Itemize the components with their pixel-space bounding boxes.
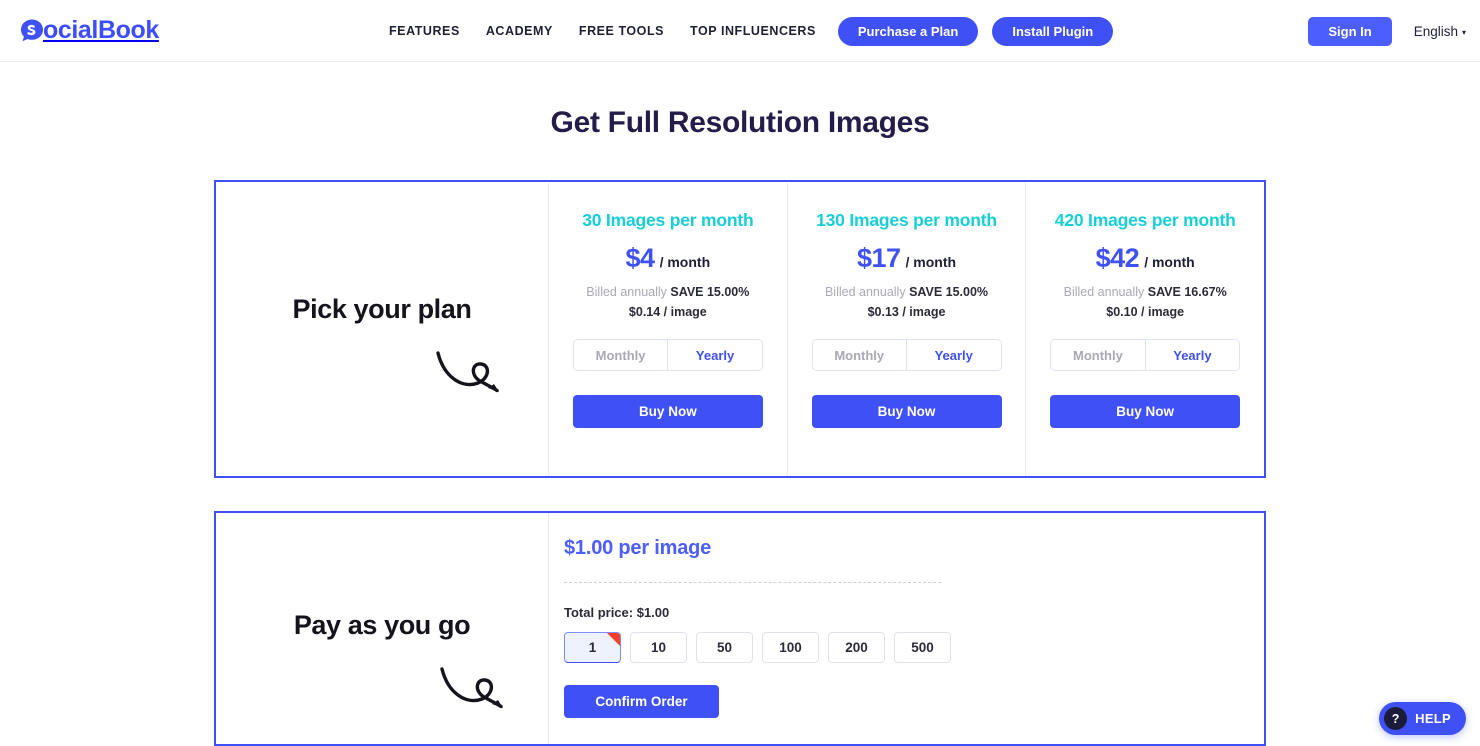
nav-item-top-influencers[interactable]: TOP INFLUENCERS (690, 24, 816, 38)
plan-unit-price: $0.14 / image (628, 305, 707, 319)
sign-in-button[interactable]: Sign In (1308, 16, 1392, 46)
buy-now-button[interactable]: Buy Now (811, 395, 1002, 428)
install-plugin-button[interactable]: Install Plugin (992, 16, 1114, 46)
site-header: ocialBook FEATURES ACADEMY FREE TOOLS TO… (0, 0, 1480, 62)
plan-title: 420 Images per month (1054, 210, 1236, 230)
help-label: HELP (1415, 711, 1451, 726)
quantity-option-100[interactable]: 100 (762, 632, 819, 663)
plan-price-period: / month (1144, 254, 1195, 270)
curly-arrow-icon (438, 663, 510, 720)
divider (564, 582, 941, 583)
plan-price: $17 (856, 243, 901, 273)
toggle-yearly[interactable]: Yearly (667, 340, 762, 370)
logo[interactable]: ocialBook (18, 17, 159, 45)
buy-now-button[interactable]: Buy Now (572, 395, 763, 428)
pay-as-you-go-body: $1.00 per image Total price: $1.00 1 10 … (549, 513, 1264, 744)
plan-billed-prefix: Billed annually (824, 285, 910, 299)
plan-title: 130 Images per month (816, 210, 997, 230)
curly-arrow-icon (434, 347, 506, 404)
question-mark-icon: ? (1384, 707, 1408, 730)
plan-column: 30 Images per month $4 / month Billed an… (549, 182, 788, 476)
quantity-selector: 1 10 50 100 200 500 (564, 632, 1236, 663)
plan-column: 420 Images per month $42 / month Billed … (1026, 182, 1264, 476)
plan-price-period: / month (905, 254, 957, 270)
plan-price-period: / month (659, 254, 711, 270)
plan-column: 130 Images per month $17 / month Billed … (788, 182, 1027, 476)
plan-price: $42 (1095, 243, 1140, 273)
quantity-option-200[interactable]: 200 (828, 632, 885, 663)
billing-period-toggle: Monthly Yearly (811, 339, 1002, 371)
plan-save-amount: SAVE 15.00% (670, 285, 750, 299)
nav-item-academy[interactable]: ACADEMY (486, 24, 553, 38)
toggle-yearly[interactable]: Yearly (906, 340, 1001, 370)
quantity-option-10[interactable]: 10 (630, 632, 687, 663)
pay-as-you-go-pane: Pay as you go (216, 513, 549, 744)
language-label: English (1413, 23, 1458, 39)
plan-billed-prefix: Billed annually (1063, 285, 1148, 299)
logo-text: ocialBook (43, 16, 159, 44)
help-widget[interactable]: ? HELP (1379, 702, 1466, 735)
purchase-a-plan-button[interactable]: Purchase a Plan (837, 16, 979, 46)
chevron-down-icon: ▾ (1461, 27, 1466, 37)
main-navigation: FEATURES ACADEMY FREE TOOLS TOP INFLUENC… (389, 0, 1114, 62)
plan-price: $4 (625, 243, 656, 273)
buy-now-button[interactable]: Buy Now (1050, 395, 1241, 428)
billing-period-toggle: Monthly Yearly (572, 339, 763, 371)
plan-billed-note: Billed annually SAVE 15.00% (569, 285, 767, 299)
plan-unit-price: $0.13 / image (867, 305, 946, 319)
plan-title: 30 Images per month (582, 210, 754, 230)
per-image-rate: $1.00 per image (564, 537, 712, 559)
plan-billed-note: Billed annually SAVE 16.67% (1046, 285, 1244, 299)
quantity-option-1[interactable]: 1 (564, 632, 621, 663)
nav-item-free-tools[interactable]: FREE TOOLS (579, 24, 664, 38)
plan-price-row: $17 / month (808, 243, 1006, 274)
plan-save-amount: SAVE 16.67% (1147, 285, 1227, 299)
toggle-monthly[interactable]: Monthly (812, 340, 906, 370)
plan-price-row: $42 / month (1046, 243, 1244, 274)
total-price-label: Total price: $1.00 (564, 605, 670, 620)
quantity-option-50[interactable]: 50 (696, 632, 753, 663)
confirm-order-button[interactable]: Confirm Order (564, 685, 719, 718)
toggle-yearly[interactable]: Yearly (1144, 340, 1240, 370)
toggle-monthly[interactable]: Monthly (573, 340, 668, 370)
nav-item-features[interactable]: FEATURES (389, 24, 460, 38)
plan-save-amount: SAVE 15.00% (909, 285, 989, 299)
socialbook-bubble-icon (18, 17, 46, 45)
page-title: Get Full Resolution Images (550, 106, 930, 139)
pick-your-plan-label: Pick your plan (292, 293, 472, 324)
header-right-actions: Sign In English ▾ (1308, 0, 1466, 62)
pay-as-you-go-card: Pay as you go $1.00 per image Total pric… (214, 511, 1266, 746)
plans-card: Pick your plan 30 Images per month $4 / … (214, 180, 1266, 478)
plan-billed-note: Billed annually SAVE 15.00% (808, 285, 1006, 299)
plan-billed-prefix: Billed annually (586, 285, 671, 299)
language-selector[interactable]: English ▾ (1414, 24, 1466, 39)
billing-period-toggle: Monthly Yearly (1050, 339, 1241, 371)
pick-your-plan-pane: Pick your plan (216, 182, 549, 476)
toggle-monthly[interactable]: Monthly (1051, 340, 1145, 370)
pay-as-you-go-label: Pay as you go (293, 610, 471, 640)
plan-price-row: $4 / month (569, 243, 767, 274)
plan-unit-price: $0.10 / image (1106, 305, 1185, 319)
quantity-option-500[interactable]: 500 (894, 632, 951, 663)
